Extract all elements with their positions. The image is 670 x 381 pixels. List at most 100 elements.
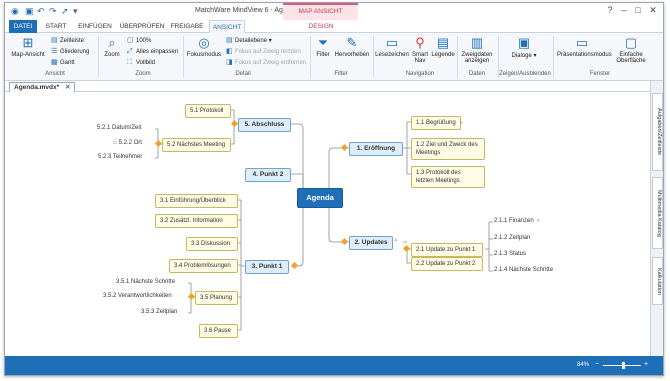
topic-update-punkt-2[interactable]: 2.2 Update zu Punkt 2 [411, 257, 483, 271]
topic-abschluss[interactable]: 5. Abschluss [238, 118, 291, 132]
smart-nav-button[interactable]: ⚲ Smart Nav [410, 36, 430, 65]
gantt-button[interactable]: ▦ Gantt [51, 58, 75, 67]
save-icon[interactable]: ▣ [25, 6, 34, 17]
central-topic[interactable]: Agenda [297, 188, 343, 208]
leaf-naechste-schritte-2[interactable]: 2.1.4 Nächste Schritte [494, 267, 553, 273]
legend-icon: ▤ [436, 35, 450, 50]
tab-start[interactable]: START [41, 20, 71, 33]
connector [403, 121, 411, 175]
paperclip-icon: ⌕ [394, 237, 398, 244]
leaf-finanzen[interactable]: 2.1.1 Finanzen ⌕ [494, 218, 540, 225]
document-tab[interactable]: Agenda.mvdx* ✕ [9, 82, 76, 92]
leaf-ort[interactable]: ⌂ 5.2.2 Ort [113, 140, 142, 146]
zoom-button[interactable]: ⌕ Zoom [101, 36, 123, 59]
detailebene-dropdown[interactable]: ▤ Detailebene ▾ [226, 36, 272, 45]
fokus-entfernen-button[interactable]: ◨ Fokus auf Zweig entfernen [226, 58, 306, 67]
topic-punkt-2[interactable]: 4. Punkt 2 [245, 168, 291, 182]
zeitleiste-button[interactable]: ▤ Zeitleiste [51, 36, 84, 45]
alles-einpassen-button[interactable]: ⤢ Alles einpassen [127, 47, 178, 56]
map-ansicht-button[interactable]: ⊞ Map-Ansicht [11, 36, 45, 59]
connector [485, 221, 493, 272]
filter-button[interactable]: ⏷ Filter [313, 36, 333, 59]
praesentationsmodus-button[interactable]: ▭ Präsentationsmodus [557, 35, 612, 59]
redo-icon[interactable]: ↷ [49, 6, 57, 17]
help-icon[interactable]: ? [603, 5, 617, 17]
fullscreen-icon: ⛶ [127, 59, 132, 66]
leaf-zeitplan[interactable]: 2.1.2 Zeitplan [494, 235, 530, 241]
zoom-100-button[interactable]: ▢ 100% [127, 36, 151, 45]
topic-protokoll[interactable]: 5.1 Protokoll [185, 104, 231, 118]
dialoge-button[interactable]: ▣ Dialoge ▾ [510, 35, 538, 60]
tab-datei[interactable]: DATEI [9, 20, 37, 33]
topic-zusaetzl-information[interactable]: 3.2 Zusätzl. Information [155, 214, 238, 228]
paperclip-icon: ⌕ [536, 218, 541, 224]
topic-pause[interactable]: 3.6 Pause [199, 324, 238, 338]
alles-einpassen-label: Alles einpassen [136, 49, 179, 55]
leaf-verantwortlichkeiten[interactable]: 3.5.2 Verantwortlichkeiten [103, 293, 172, 299]
presentation-icon: ▭ [575, 35, 589, 50]
close-document-icon[interactable]: ✕ [65, 84, 70, 91]
customize-quick-access-icon[interactable]: ▾ [73, 6, 78, 17]
group-separator [553, 36, 554, 78]
topic-einfuehrung[interactable]: 3.1 Einführung/Überblick [155, 194, 238, 208]
leaf-zeitplan-3[interactable]: 3.5.3 Zeitplan [141, 309, 177, 315]
dialoge-label: Dialoge [511, 53, 532, 59]
tab-freigabe[interactable]: FREIGABE [169, 20, 205, 33]
close-icon[interactable]: ✕ [646, 5, 660, 17]
group-label-detail: Detail [235, 71, 251, 77]
group-separator [98, 36, 99, 78]
tab-ueberpruefen[interactable]: ÜBERPRÜFEN [119, 20, 165, 33]
minimize-icon[interactable]: – [617, 5, 631, 17]
praesentationsmodus-label: Präsentationsmodus [557, 52, 612, 58]
topic-updates[interactable]: 2. Updates [349, 236, 393, 250]
topic-punkt-1[interactable]: 3. Punkt 1 [245, 260, 289, 274]
topic-eroeffnung[interactable]: 1. Eröffnung [349, 142, 403, 156]
fokusmodus-button[interactable]: ◎ Fokusmodus [186, 36, 222, 59]
fokus-rechts-button[interactable]: ◧ Fokus auf Zweig rechten [226, 47, 301, 56]
topic-diskussion[interactable]: 3.3 Diskussion [186, 237, 238, 251]
group-label-fenster: Fenster [589, 71, 611, 77]
zoom-slider-handle[interactable] [622, 362, 625, 369]
mind-map-canvas[interactable]: Agenda 1. Eröffnung 1.1 Begrüßung ⌕ 1.2 Z… [5, 92, 650, 356]
lesezeichen-button[interactable]: ▭ Lesezeichen [375, 35, 409, 59]
group-label-filter: Filter [334, 71, 348, 77]
dialogs-icon: ▣ [517, 35, 531, 50]
topic-begruessung[interactable]: 1.1 Begrüßung ⌕ [411, 116, 463, 130]
gliederung-label: Gliederung [60, 49, 90, 55]
hervorheben-button[interactable]: ✎ Hervorheben [333, 36, 371, 59]
leaf-teilnehmer[interactable]: 5.2.3 Teilnehmer [98, 154, 142, 160]
legende-label: Legende [431, 52, 455, 58]
topic-problemloesungen[interactable]: 3.4 Problemlösungen [169, 259, 238, 273]
vollbild-label: Vollbild [136, 60, 156, 66]
bookmark-icon: ▭ [385, 35, 399, 50]
smart-nav-label: Smart Nav [411, 52, 428, 64]
topic-ziel-zweck[interactable]: 1.2 Ziel und Zweck des Meetings [411, 138, 485, 160]
gliederung-button[interactable]: ☰ Gliederung [51, 47, 89, 56]
focus-branch-icon: ◧ [226, 48, 233, 55]
vollbild-button[interactable]: ⛶ Vollbild [127, 58, 155, 67]
undo-icon[interactable]: ↶ [37, 6, 45, 17]
tab-einfuegen[interactable]: EINFÜGEN [75, 20, 115, 33]
title-bar: ◉ ▣ ↶ ↷ ➚ ▾ MatchWare MindView 6 - Agend… [5, 3, 663, 20]
einfache-oberflaeche-button[interactable]: ▢ Einfache Oberfläche [611, 36, 651, 65]
tab-design[interactable]: DESIGN [291, 20, 351, 33]
topic-planung[interactable]: 3.5 Planung [195, 291, 238, 305]
tab-ansicht[interactable]: ANSICHT [209, 20, 245, 33]
connector-lines [155, 109, 493, 331]
topic-protokoll-letztes[interactable]: 1.3 Protokoll des letzten Meetings [411, 166, 485, 188]
zweigdaten-label: Zweigdaten anzeigen [461, 52, 493, 64]
pointer-icon[interactable]: ➚ [61, 6, 69, 17]
side-tab-kalkulation[interactable]: Kalkulation [652, 257, 663, 305]
legende-button[interactable]: ▤ Legende [431, 35, 455, 59]
side-tab-aufgaben[interactable]: Aufgaben/Zeitleiste [652, 93, 663, 171]
side-tab-multimedia[interactable]: Multimedia Katalog [652, 177, 663, 249]
leaf-status[interactable]: 2.1.3 Status [494, 251, 526, 257]
maximize-icon[interactable]: □ [631, 5, 645, 17]
zoom-out-button[interactable]: − [595, 361, 599, 368]
leaf-datum-zeit[interactable]: 5.2.1 Datum/Zeit [97, 125, 141, 131]
topic-update-punkt-1[interactable]: 2.1 Update zu Punkt 1 [411, 243, 483, 257]
leaf-naechste-schritte[interactable]: 3.5.1 Nächste Schritte [116, 279, 175, 285]
topic-naechstes-meeting[interactable]: 5.2 Nächstes Meeting [162, 138, 231, 152]
zoom-in-button[interactable]: + [644, 361, 648, 368]
zweigdaten-button[interactable]: ▥ Zweigdaten anzeigen [459, 36, 495, 65]
